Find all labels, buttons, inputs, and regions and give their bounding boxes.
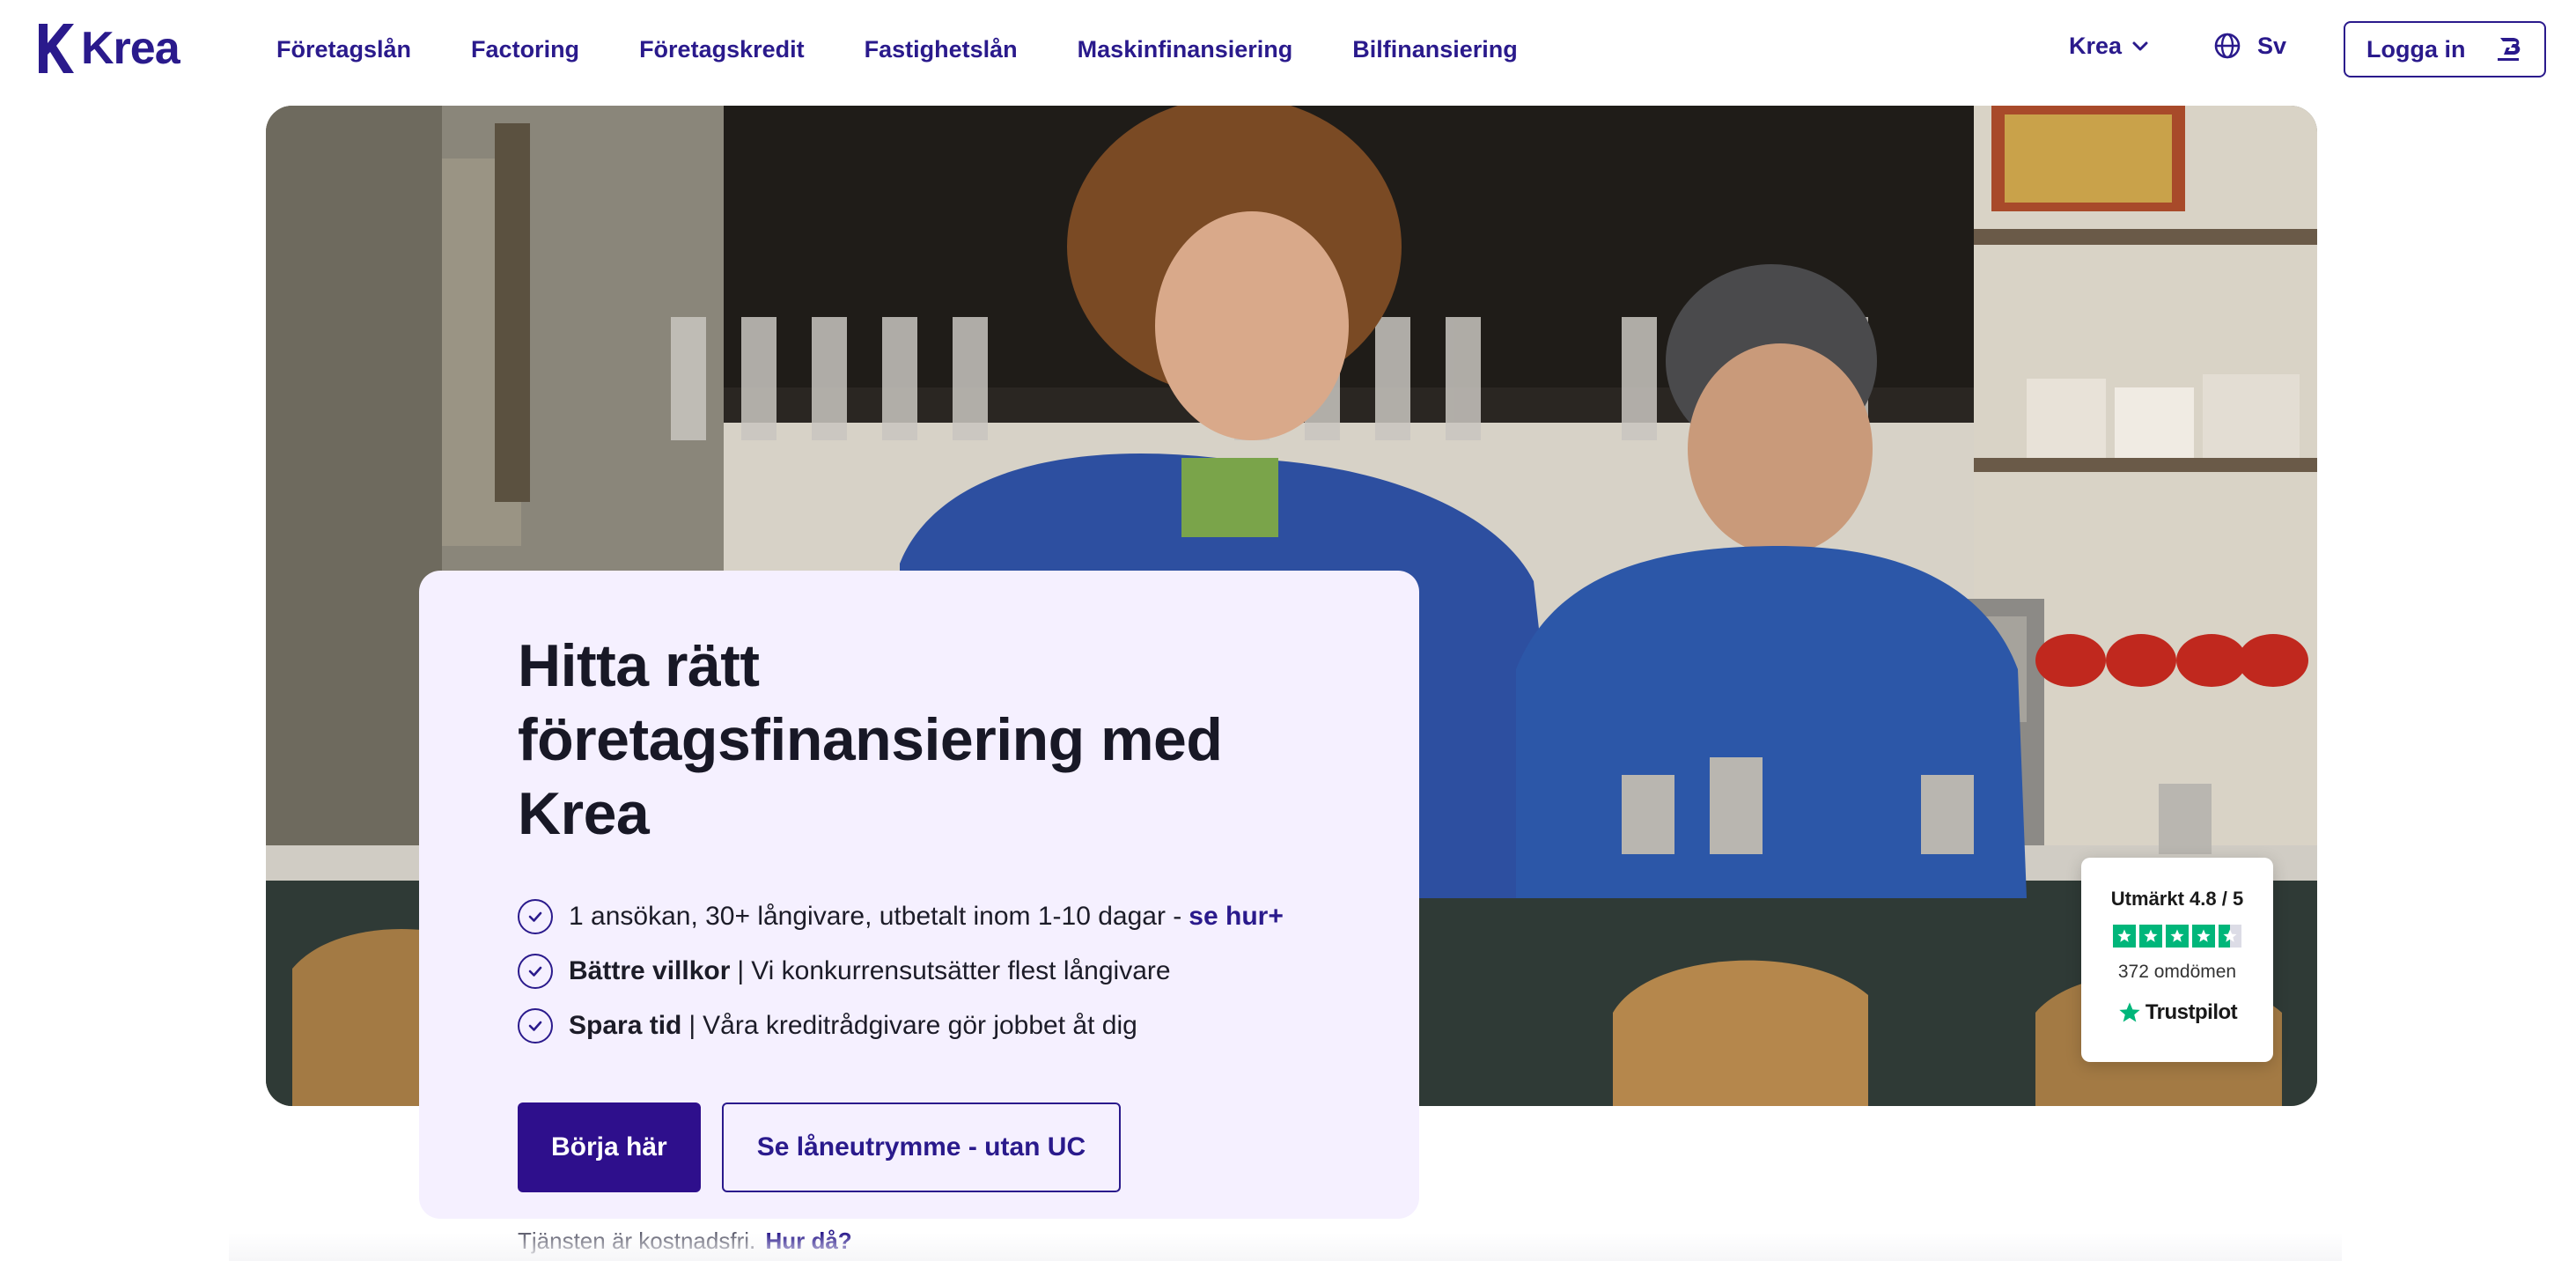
trustpilot-half-star-icon [2219,925,2241,948]
nav-link-bilfinansiering[interactable]: Bilfinansiering [1352,32,1518,67]
brand-name: Krea [81,23,180,74]
check-circle-icon [518,899,553,934]
hero-title: Hitta rätt företagsfinansiering med Krea [518,632,1223,847]
trustpilot-star-icon [2192,925,2215,948]
globe-icon [2214,33,2241,59]
bankid-icon [2498,38,2521,61]
trustpilot-logo: Trustpilot [2081,1000,2273,1025]
see-loan-capacity-button[interactable]: Se låneutrymme - utan UC [721,1102,1122,1192]
trustpilot-brand-name: Trustpilot [2145,1000,2238,1024]
trustpilot-star-icon [2166,925,2189,948]
start-here-button[interactable]: Börja här [518,1102,701,1192]
nav-link-maskinfinansiering[interactable]: Maskinfinansiering [1078,32,1293,67]
top-navigation: Krea Företagslån Factoring Företagskredi… [0,0,2576,100]
benefit-item: Spara tid | Våra kreditrådgivare gör job… [518,999,1321,1053]
benefit-separator: | [737,956,745,985]
benefit-text: Vi konkurrensutsätter flest långivare [751,956,1171,985]
nav-utilities: Krea Sv [2069,32,2286,60]
main-menu: Företagslån Factoring Företagskredit Fas… [276,32,1578,67]
nav-link-factoring[interactable]: Factoring [471,32,579,67]
chevron-down-icon [2132,41,2148,51]
company-menu-dropdown[interactable]: Krea [2069,33,2150,60]
section-divider [229,1233,2342,1261]
nav-link-foretagskredit[interactable]: Företagskredit [639,32,805,67]
trustpilot-stars [2081,925,2273,948]
login-button[interactable]: Logga in [2344,21,2546,77]
krea-logo-icon [39,24,74,73]
benefit-item: Bättre villkor | Vi konkurrensutsätter f… [518,944,1321,999]
nav-link-fastighetslan[interactable]: Fastighetslån [865,32,1018,67]
trustpilot-star-icon [2139,925,2162,948]
cta-row: Börja här Se låneutrymme - utan UC [518,1102,1321,1192]
language-label: Sv [2257,32,2287,59]
benefit-item: 1 ansökan, 30+ långivare, utbetalt inom … [518,889,1321,944]
check-circle-icon [518,1008,553,1043]
benefit-text: 1 ansökan, 30+ långivare, utbetalt inom … [569,902,1182,931]
hero-card: Hitta rätt företagsfinansiering med Krea… [419,571,1419,1254]
company-menu-label: Krea [2069,32,2123,59]
see-how-link[interactable]: se hur+ [1189,902,1284,932]
krea-logo[interactable]: Krea [35,21,180,76]
login-label: Logga in [2366,35,2466,63]
language-selector[interactable]: Sv [2213,32,2286,60]
trustpilot-review-count: 372 omdömen [2117,962,2237,982]
trustpilot-badge[interactable]: Utmärkt 4.8 / 5 372 omdömen Trustpilot [2081,858,2273,1062]
benefit-bold: Bättre villkor [569,956,731,985]
trustpilot-logo-star-icon [2119,1002,2140,1022]
benefit-list: 1 ansökan, 30+ långivare, utbetalt inom … [518,889,1321,1053]
check-circle-icon [518,954,553,989]
benefit-bold: Spara tid [569,1011,682,1040]
trustpilot-star-icon [2113,925,2136,948]
benefit-text: Våra kreditrådgivare gör jobbet åt dig [703,1011,1137,1040]
benefit-separator: | [688,1011,696,1040]
nav-link-foretagslan[interactable]: Företagslån [276,32,411,67]
trustpilot-rating: Utmärkt 4.8 / 5 [2110,888,2244,910]
